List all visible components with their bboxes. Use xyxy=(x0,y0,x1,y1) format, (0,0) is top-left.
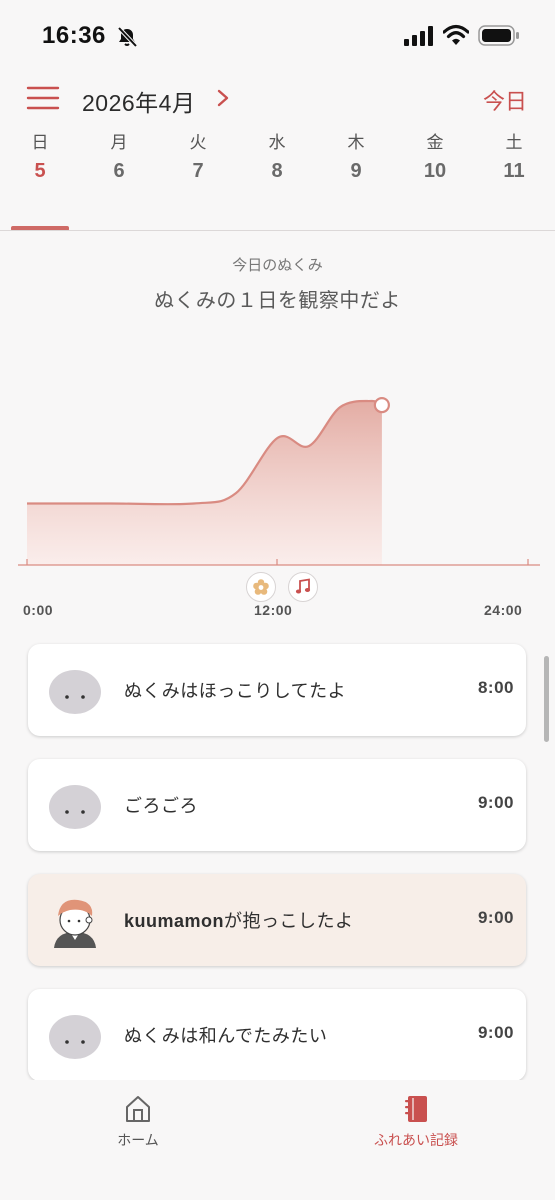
x-tick-label: 24:00 xyxy=(484,602,523,618)
bell-muted-icon xyxy=(117,26,138,48)
log-entry-message: が抱っこしたよ xyxy=(224,911,354,932)
log-entry-text: ぬくみはほっこりしてたよ xyxy=(124,677,346,703)
log-entry[interactable]: ぬくみはほっこりしてたよ 8:00 xyxy=(28,644,526,736)
log-entry-message: ぬくみはほっこりしてたよ xyxy=(124,681,347,702)
log-entry[interactable]: ぬくみは和んでたみたい 9:00 xyxy=(28,989,526,1081)
nav-home[interactable]: ホーム xyxy=(78,1094,198,1150)
day-name: 木 xyxy=(347,133,365,153)
notebook-icon xyxy=(405,1096,427,1122)
chart-title: ぬくみの１日を観察中だよ xyxy=(154,288,401,312)
day-number: 8 xyxy=(271,160,283,182)
fluffy-creature-icon xyxy=(49,670,101,714)
home-icon xyxy=(126,1096,150,1122)
chart-area xyxy=(27,400,382,565)
day-name: 日 xyxy=(31,133,49,153)
current-point xyxy=(373,396,390,414)
day-name: 水 xyxy=(268,133,286,153)
log-entry-message: ぬくみは和んでたみたい xyxy=(124,1026,328,1047)
today-button[interactable]: 今日 xyxy=(483,84,527,116)
log-entry-actor: kuumamon xyxy=(124,911,225,931)
wifi-icon xyxy=(443,24,469,45)
music-event-marker[interactable] xyxy=(288,572,318,602)
day-number: 5 xyxy=(34,160,46,182)
log-entry-message: ごろごろ xyxy=(124,796,198,817)
signal-icon xyxy=(404,26,433,46)
chart-subtitle: 今日のぬくみ xyxy=(232,256,323,274)
day-monday[interactable]: 月 6 xyxy=(89,130,149,183)
log-entry-text: ぬくみは和んでたみたい xyxy=(124,1022,327,1048)
divider xyxy=(0,230,555,231)
status-time: 16:36 xyxy=(42,22,106,49)
day-name: 土 xyxy=(505,133,523,153)
battery-icon xyxy=(478,25,519,46)
log-entry-text: ごろごろ xyxy=(124,792,198,818)
nav-touch-log[interactable]: ふれあい記録 xyxy=(356,1094,476,1150)
log-entry[interactable]: ごろごろ 9:00 xyxy=(28,759,526,851)
log-entry-time: 9:00 xyxy=(477,908,514,927)
day-name: 月 xyxy=(110,133,128,153)
chevron-right-icon[interactable] xyxy=(212,86,234,110)
log-entry-text: kuumamonが抱っこしたよ xyxy=(124,907,354,933)
day-sunday[interactable]: 日 5 xyxy=(10,130,70,183)
day-name: 火 xyxy=(189,133,207,153)
hamburger-icon[interactable] xyxy=(26,85,60,111)
log-entry[interactable]: kuumamonが抱っこしたよ 9:00 xyxy=(28,874,526,966)
user-avatar-icon xyxy=(54,899,96,948)
week-strip: 日 5 月 6 火 7 水 8 木 9 金 10 土 11 xyxy=(0,130,555,230)
warmth-chart xyxy=(18,396,540,566)
log-entry-time: 9:00 xyxy=(477,793,514,812)
scrollbar[interactable] xyxy=(544,656,549,742)
nav-home-label: ホーム xyxy=(117,1133,159,1149)
status-bar: 16:36 xyxy=(0,0,555,72)
day-wednesday[interactable]: 水 8 xyxy=(247,130,307,183)
day-number: 11 xyxy=(503,160,525,182)
day-friday[interactable]: 金 10 xyxy=(405,130,465,183)
day-saturday[interactable]: 土 11 xyxy=(484,130,544,183)
music-note-icon xyxy=(295,578,311,594)
x-tick-label: 0:00 xyxy=(23,602,54,618)
month-title[interactable]: 2026年4月 xyxy=(82,84,195,118)
log-entry-time: 9:00 xyxy=(477,1023,514,1042)
day-number: 7 xyxy=(192,160,204,182)
day-number: 6 xyxy=(113,160,125,182)
bottom-nav: ホーム ふれあい記録 xyxy=(0,1080,555,1200)
day-thursday[interactable]: 木 9 xyxy=(326,130,386,183)
log-entry-time: 8:00 xyxy=(477,678,514,697)
day-number: 9 xyxy=(350,160,362,182)
fluffy-creature-icon xyxy=(49,1015,101,1059)
x-tick-label: 12:00 xyxy=(254,602,293,618)
fluffy-creature-icon xyxy=(49,785,101,829)
flower-icon xyxy=(253,579,269,595)
nav-touch-log-label: ふれあい記録 xyxy=(374,1133,458,1149)
day-tuesday[interactable]: 火 7 xyxy=(168,130,228,183)
day-number: 10 xyxy=(423,160,447,182)
day-name: 金 xyxy=(426,133,444,153)
flower-event-marker[interactable] xyxy=(246,572,276,602)
